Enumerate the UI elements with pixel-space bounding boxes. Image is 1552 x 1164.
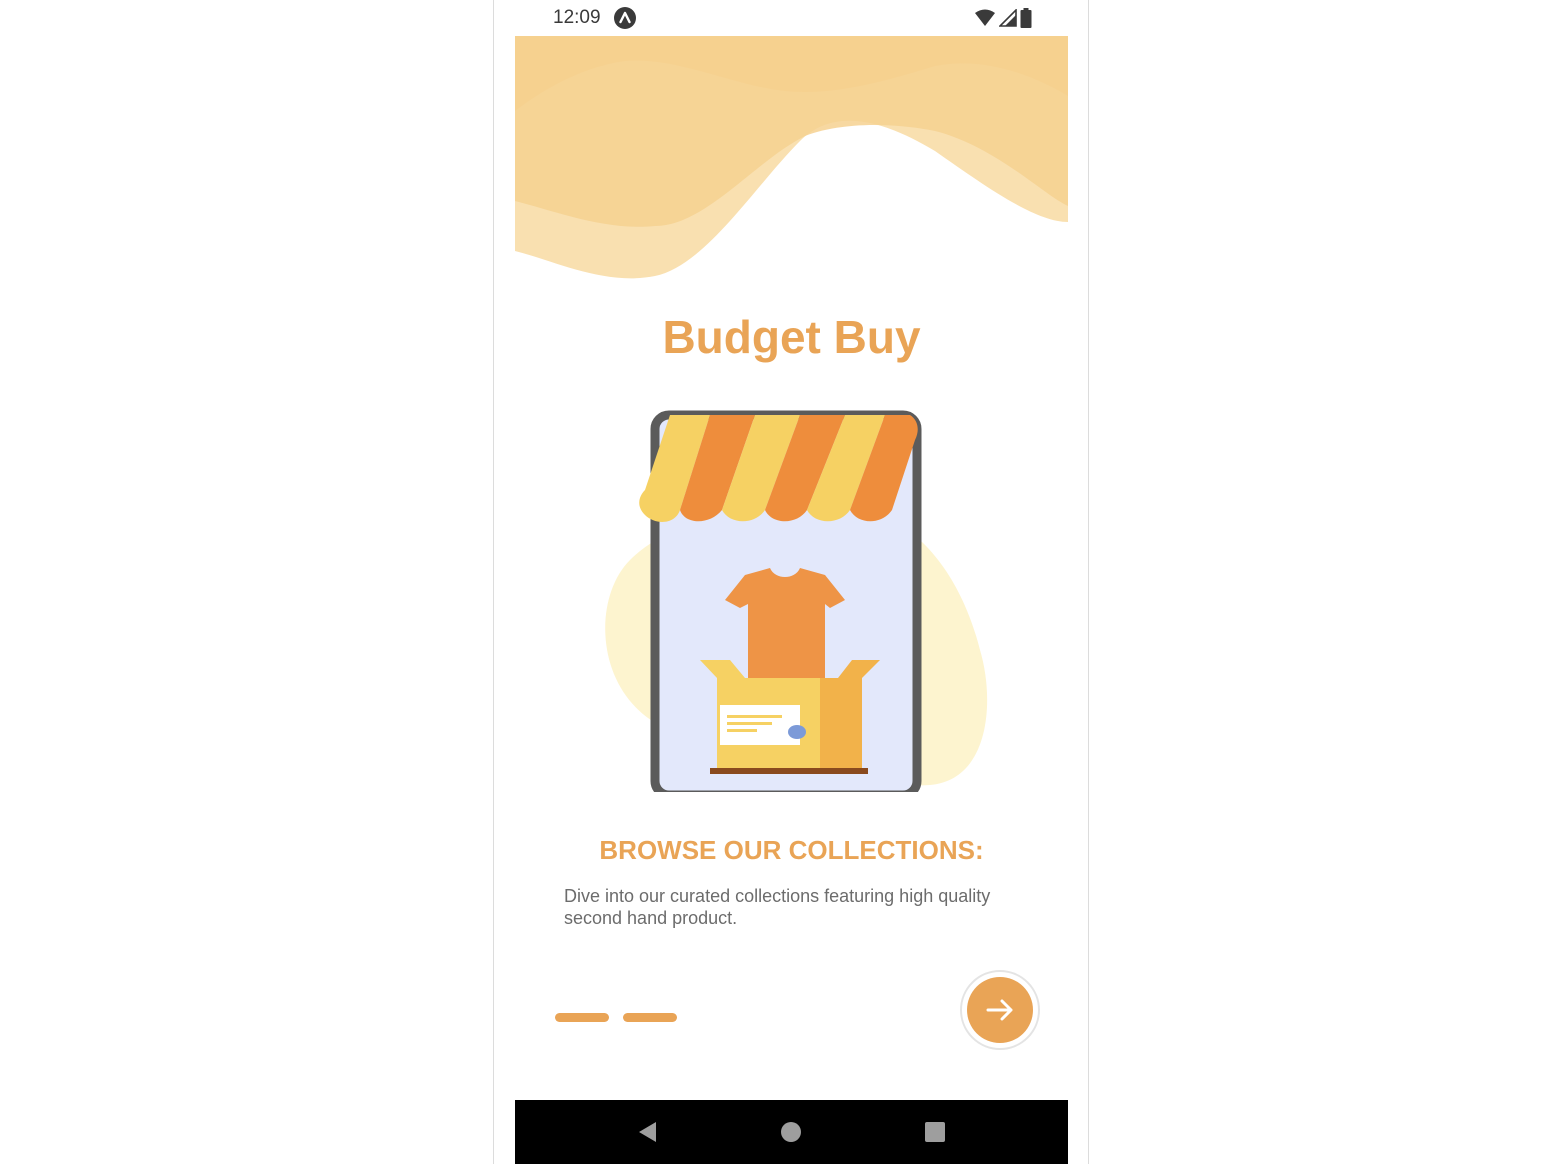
next-button-fill	[967, 977, 1033, 1043]
page-indicator	[555, 1013, 677, 1022]
wifi-icon	[975, 9, 995, 26]
storefront-illustration	[605, 410, 988, 792]
page-indicator-dot	[555, 1013, 609, 1022]
status-icons	[974, 8, 1032, 28]
next-button[interactable]	[960, 970, 1040, 1050]
status-bar: 12:09	[515, 0, 1068, 36]
system-nav-bar	[515, 1100, 1068, 1164]
status-time: 12:09	[553, 7, 601, 28]
app-title: Budget Buy	[662, 311, 921, 363]
phone-frame: 12:09 Budget Buy BROWSE OUR COLLECTIONS:…	[493, 0, 1089, 1164]
arrow-right-icon	[986, 999, 1013, 1021]
signal-icon	[999, 9, 1017, 27]
nav-app-icon	[614, 7, 636, 29]
home-circle-icon[interactable]	[779, 1120, 803, 1144]
onboarding-description: Dive into our curated collections featur…	[564, 886, 991, 928]
recents-square-icon[interactable]	[923, 1120, 947, 1144]
screen: 12:09 Budget Buy BROWSE OUR COLLECTIONS:…	[515, 0, 1068, 1164]
page-indicator-dot	[623, 1013, 677, 1022]
onboarding-heading: BROWSE OUR COLLECTIONS:	[599, 835, 984, 865]
wave-header-decoration	[515, 36, 1068, 281]
back-triangle-icon[interactable]	[636, 1120, 660, 1144]
battery-icon	[1020, 8, 1032, 28]
